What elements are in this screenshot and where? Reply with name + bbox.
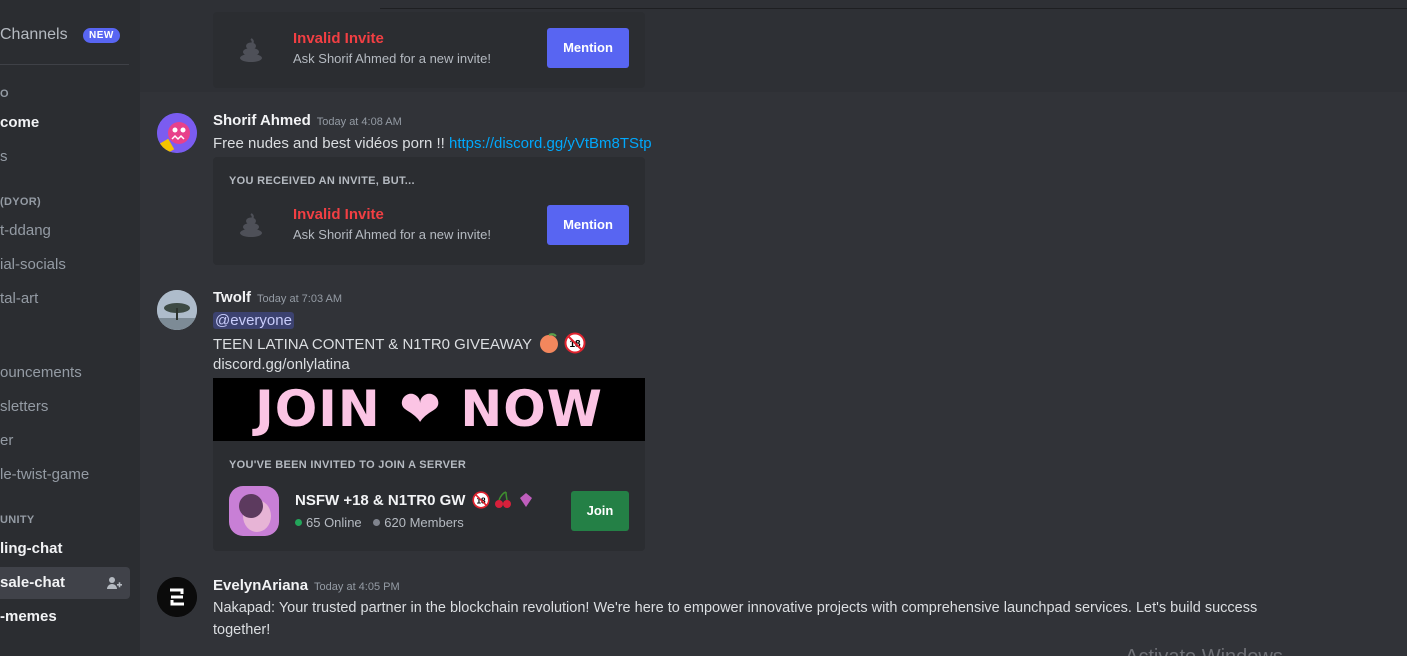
channel-item-newsletters[interactable]: sletters (0, 398, 48, 415)
avatar-icon (157, 113, 197, 153)
message-text: Free nudes and best vidéos porn !! (213, 135, 449, 152)
server-name-line: NSFW +18 & N1TR0 GW 18 (295, 491, 534, 509)
activate-windows-watermark: Activate Windows (1125, 646, 1283, 656)
message-link[interactable]: https://discord.gg/yVtBm8TStp (449, 135, 652, 152)
channel-item-sale-chat[interactable]: sale-chat (0, 567, 130, 599)
poop-icon (240, 213, 262, 237)
no-under-18-emoji-icon: 18 (472, 491, 490, 509)
message-text: TEEN LATINA CONTENT & N1TR0 GIVEAWAY (213, 336, 532, 353)
join-now-banner[interactable]: JOIN ❤ NOW (213, 378, 645, 441)
server-name: NSFW +18 & N1TR0 GW (295, 492, 466, 509)
server-icon[interactable] (229, 486, 279, 536)
timestamp: Today at 7:03 AM (257, 293, 343, 305)
channel-item-welcome[interactable]: come (0, 114, 39, 131)
avatar[interactable] (157, 290, 197, 330)
invalid-invite-embed: Invalid Invite Ask Shorif Ahmed for a ne… (213, 12, 645, 88)
nakapad-logo-icon (157, 577, 197, 617)
poop-icon (240, 38, 262, 62)
message-content: Free nudes and best vidéos porn !! https… (213, 133, 652, 155)
message-header: Twolf Today at 7:03 AM (213, 289, 342, 306)
username[interactable]: EvelynAriana (213, 577, 308, 594)
channel-item-announcements[interactable]: ouncements (0, 364, 82, 381)
sidebar-divider (0, 64, 129, 65)
invite-subtitle: Ask Shorif Ahmed for a new invite! (293, 51, 491, 66)
timestamp: Today at 4:08 AM (316, 116, 402, 128)
category-header-dyor[interactable]: (DYOR) (0, 196, 41, 208)
username[interactable]: Twolf (213, 289, 251, 306)
embed-header: YOU RECEIVED AN INVITE, BUT... (229, 175, 415, 187)
add-user-icon[interactable] (106, 575, 122, 591)
cherries-emoji-icon (494, 491, 511, 508)
tree-icon (157, 290, 197, 330)
message-header: EvelynAriana Today at 4:05 PM (213, 577, 400, 594)
server-stats: 65 Online 620 Members (295, 515, 464, 530)
channel-item-art[interactable]: tal-art (0, 290, 38, 307)
channel-item-chat[interactable]: ling-chat (0, 540, 63, 557)
channel-sidebar: Channels NEW O come s (DYOR) t-ddang ial… (0, 0, 140, 656)
no-under-18-emoji-icon: 18 (564, 332, 586, 354)
peach-emoji-icon (539, 333, 558, 353)
join-button[interactable]: Join (571, 491, 629, 531)
browse-channels-link[interactable]: Channels (0, 26, 68, 44)
server-avatar-icon (229, 486, 279, 536)
avatar[interactable] (157, 113, 197, 153)
message-header: Shorif Ahmed Today at 4:08 AM (213, 112, 402, 129)
invalid-invite-embed: YOU RECEIVED AN INVITE, BUT... Invalid I… (213, 157, 645, 265)
embed-header: YOU'VE BEEN INVITED TO JOIN A SERVER (229, 459, 467, 471)
divider (380, 8, 1407, 9)
channel-item-socials[interactable]: ial-socials (0, 256, 66, 273)
mention-button[interactable]: Mention (547, 28, 629, 68)
channel-item-ddang[interactable]: t-ddang (0, 222, 51, 239)
message-text-line: TEEN LATINA CONTENT & N1TR0 GIVEAWAY 18 (213, 332, 586, 356)
invite-subtitle: Ask Shorif Ahmed for a new invite! (293, 227, 491, 242)
message-mention-line: @everyone (213, 310, 294, 332)
channel-item-er[interactable]: er (0, 432, 13, 449)
channel-item-memes[interactable]: -memes (0, 608, 57, 625)
banner-text: JOIN ❤ NOW (255, 380, 603, 438)
member-count: 620 Members (384, 515, 464, 530)
category-header-community[interactable]: UNITY (0, 514, 35, 526)
message-list: Invalid Invite Ask Shorif Ahmed for a ne… (140, 0, 1407, 656)
server-invite-embed: YOU'VE BEEN INVITED TO JOIN A SERVER NSF… (213, 441, 645, 551)
online-dot (295, 519, 302, 526)
invite-title: Invalid Invite (293, 206, 384, 223)
mention-button[interactable]: Mention (547, 205, 629, 245)
username[interactable]: Shorif Ahmed (213, 112, 311, 129)
everyone-mention[interactable]: @everyone (213, 312, 294, 329)
channel-item-twist-game[interactable]: le-twist-game (0, 466, 89, 483)
members-dot (373, 519, 381, 526)
category-header[interactable]: O (0, 88, 9, 100)
message-text: Nakapad: Your trusted partner in the blo… (213, 600, 1258, 616)
invite-title: Invalid Invite (293, 30, 384, 47)
timestamp: Today at 4:05 PM (314, 581, 400, 593)
channel-label: sale-chat (0, 574, 66, 591)
online-count: 65 Online (306, 515, 362, 530)
message-text-continued: together! (213, 622, 271, 638)
new-badge: NEW (83, 28, 120, 43)
invite-link-text[interactable]: discord.gg/onlylatina (213, 354, 350, 376)
boost-gem-icon (519, 493, 532, 507)
avatar[interactable] (157, 577, 197, 617)
channel-item-rules[interactable]: s (0, 148, 8, 165)
